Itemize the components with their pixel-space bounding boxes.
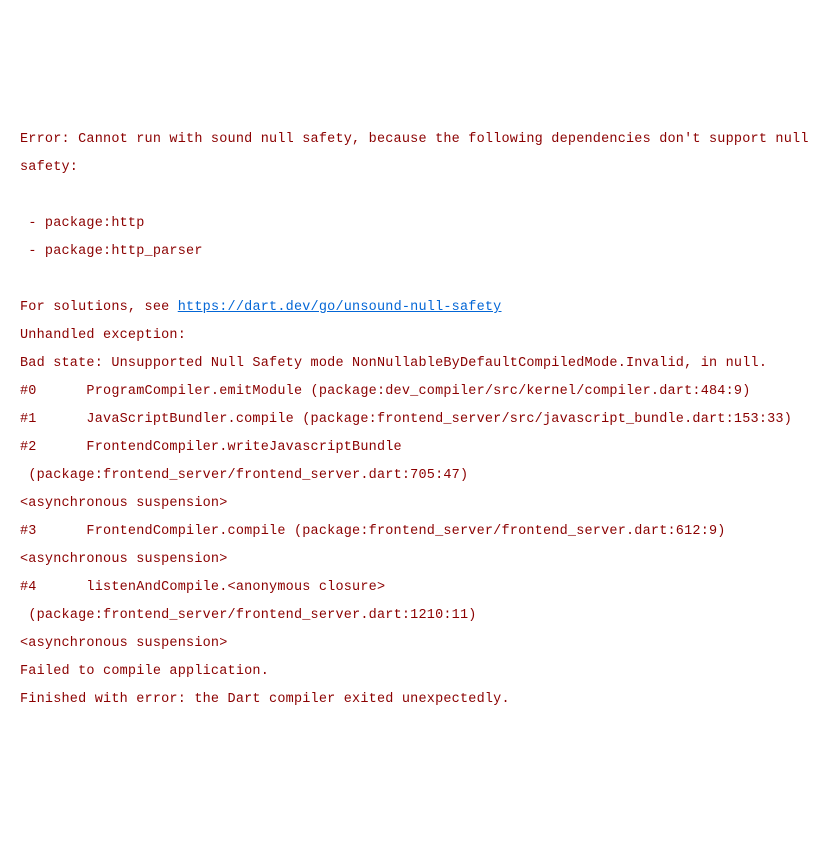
unhandled-exception: Unhandled exception:	[20, 328, 186, 343]
async-suspension: <asynchronous suspension>	[20, 636, 228, 651]
bad-state: Bad state: Unsupported Null Safety mode …	[20, 356, 767, 371]
async-suspension: <asynchronous suspension>	[20, 496, 228, 511]
error-header: Error: Cannot run with sound null safety…	[20, 132, 817, 175]
solutions-prefix: For solutions, see	[20, 300, 178, 315]
stack-trace-line: #4 listenAndCompile.<anonymous closure>	[20, 580, 385, 595]
async-suspension: <asynchronous suspension>	[20, 552, 228, 567]
package-item: - package:http	[20, 216, 145, 231]
stack-trace-line: #3 FrontendCompiler.compile (package:fro…	[20, 524, 726, 539]
error-output: Error: Cannot run with sound null safety…	[20, 126, 809, 714]
solutions-link[interactable]: https://dart.dev/go/unsound-null-safety	[178, 300, 502, 315]
finished-message: Finished with error: the Dart compiler e…	[20, 692, 510, 707]
package-item: - package:http_parser	[20, 244, 203, 259]
stack-trace-line: #0 ProgramCompiler.emitModule (package:d…	[20, 384, 751, 399]
failed-message: Failed to compile application.	[20, 664, 269, 679]
stack-trace-line: (package:frontend_server/frontend_server…	[20, 468, 468, 483]
solutions-line: For solutions, see https://dart.dev/go/u…	[20, 300, 502, 315]
stack-trace-line: #1 JavaScriptBundler.compile (package:fr…	[20, 412, 792, 427]
stack-trace-line: #2 FrontendCompiler.writeJavascriptBundl…	[20, 440, 402, 455]
stack-trace-line: (package:frontend_server/frontend_server…	[20, 608, 477, 623]
